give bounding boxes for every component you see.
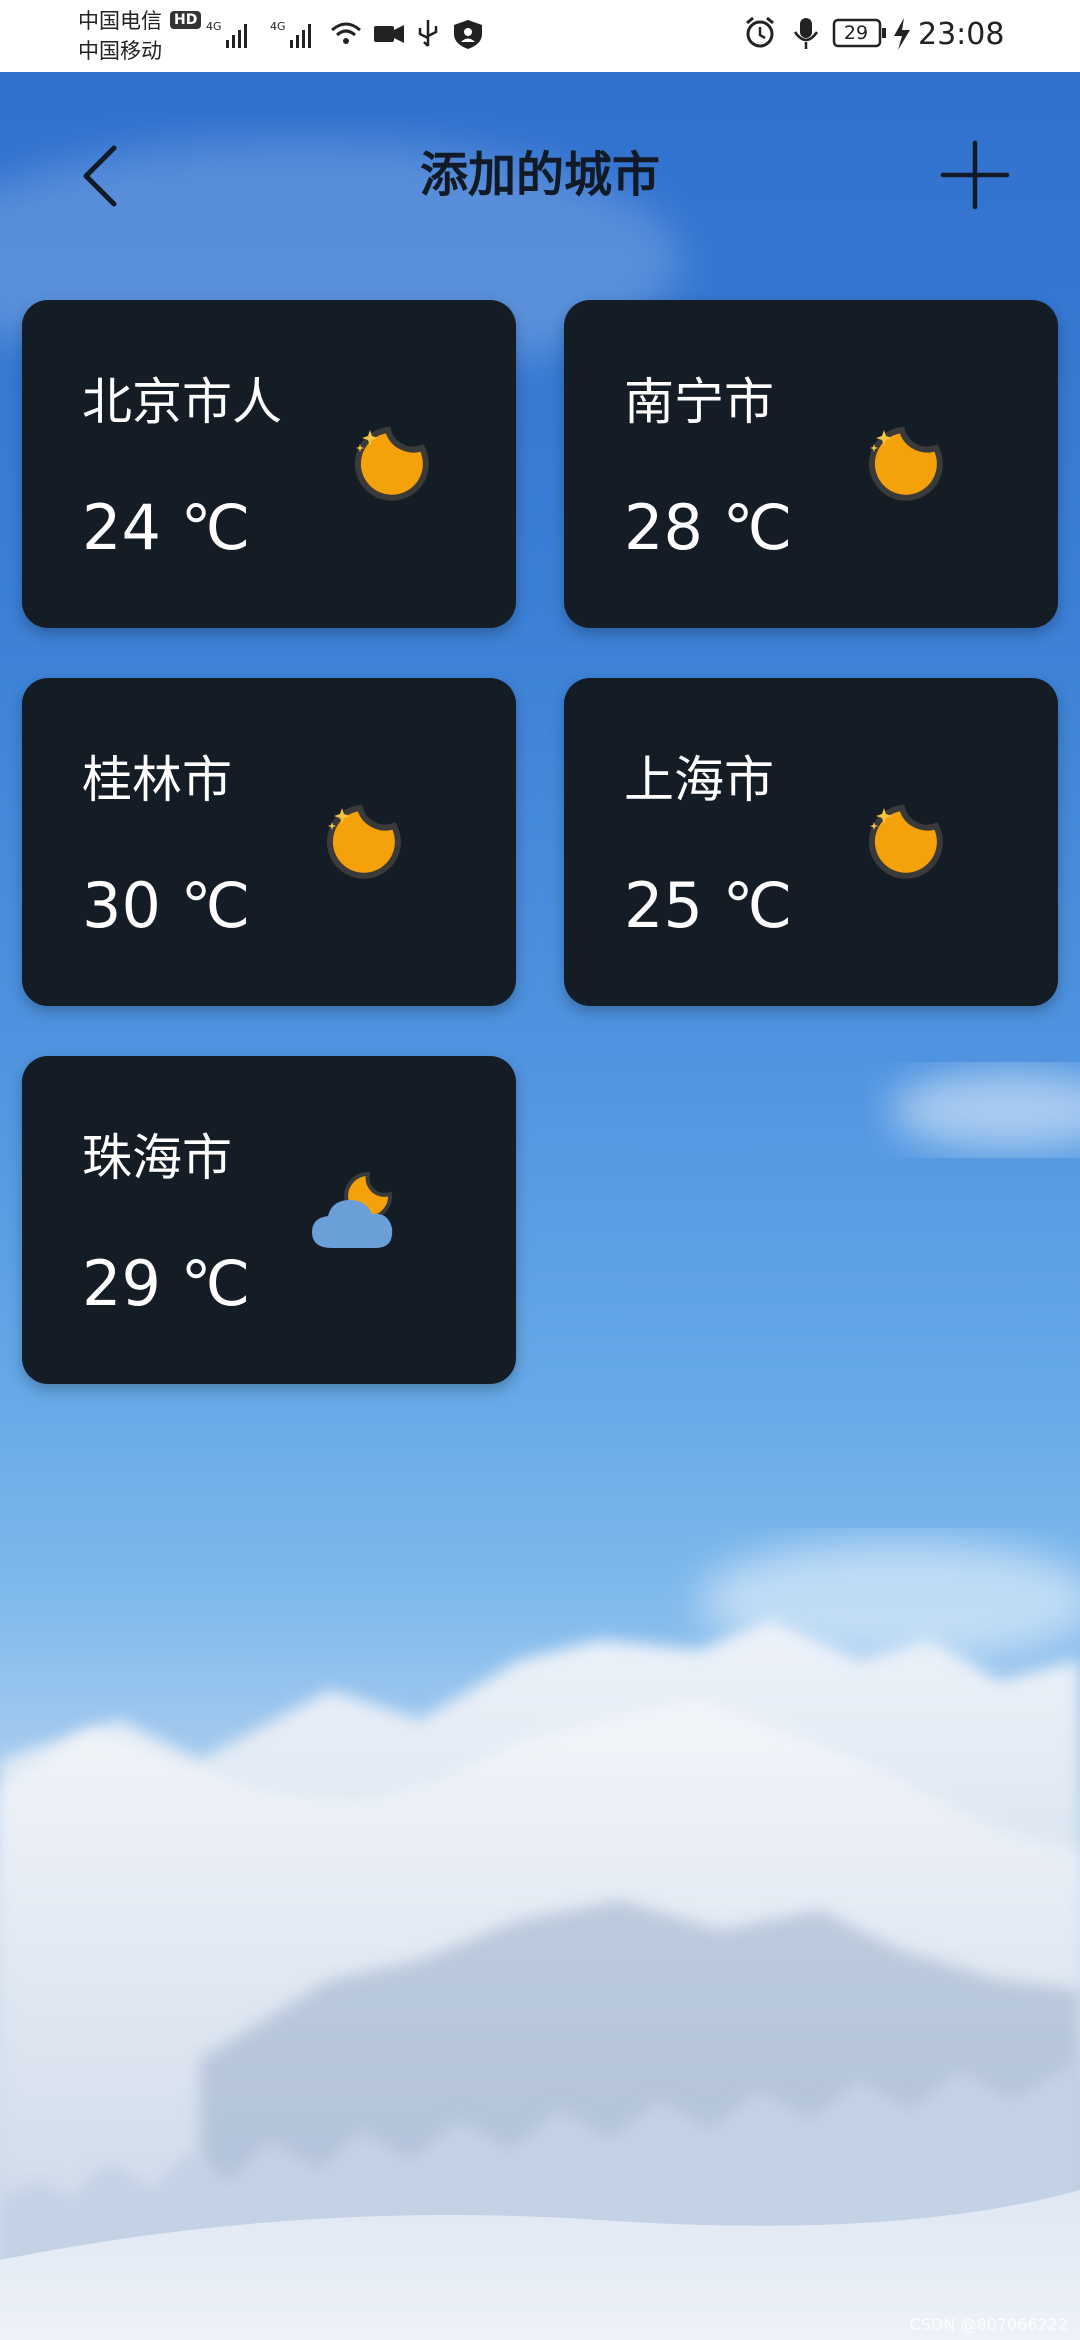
hd-badge: HD [170, 11, 202, 29]
watermark-text: CSDN @807066222 [909, 2315, 1068, 2334]
city-temperature: 25 ℃ [624, 869, 793, 942]
carrier-primary: 中国电信 [78, 9, 162, 33]
city-card-shanghai[interactable]: 上海市 25 ℃ [564, 678, 1058, 1006]
city-temperature: 30 ℃ [82, 869, 251, 942]
moon-stars-icon [326, 804, 401, 879]
svg-text:4G: 4G [270, 20, 286, 33]
city-card-beijing[interactable]: 北京市人 24 ℃ [22, 300, 516, 628]
city-name: 桂林市 [82, 751, 232, 809]
status-clock: 23:08 [918, 17, 1005, 52]
city-name: 北京市人 [82, 373, 282, 431]
city-temperature: 28 ℃ [624, 491, 793, 564]
city-card-nanning[interactable]: 南宁市 28 ℃ [564, 300, 1058, 628]
moon-stars-icon [354, 426, 429, 501]
city-temperature: 29 ℃ [82, 1247, 251, 1320]
city-card-guilin[interactable]: 桂林市 30 ℃ [22, 678, 516, 1006]
add-city-button[interactable] [940, 140, 1010, 210]
page-title: 添加的城市 [419, 147, 660, 203]
city-temperature: 24 ℃ [82, 491, 251, 564]
city-name: 上海市 [624, 751, 774, 809]
cloudy-night-icon [312, 1171, 393, 1248]
city-list-screen: 中国电信 中国移动 HD 4G 4G 29 23:08 添加的城市 北京市人 2… [0, 0, 1080, 2340]
city-card-zhuhai[interactable]: 珠海市 29 ℃ [22, 1056, 516, 1384]
system-status-icons [746, 16, 910, 50]
plus-icon [940, 140, 1010, 210]
city-name: 南宁市 [624, 373, 774, 431]
city-name: 珠海市 [82, 1129, 232, 1187]
moon-stars-icon [868, 804, 943, 879]
chevron-left-icon [83, 145, 117, 207]
battery-level: 29 [843, 22, 869, 44]
network-signal-icons: 4G 4G [206, 20, 482, 49]
back-button[interactable] [70, 140, 130, 210]
status-bar: 中国电信 中国移动 HD 4G 4G 29 23:08 [0, 0, 1080, 72]
carrier-secondary: 中国移动 [78, 39, 162, 63]
svg-text:4G: 4G [206, 20, 222, 33]
moon-stars-icon [868, 426, 943, 501]
